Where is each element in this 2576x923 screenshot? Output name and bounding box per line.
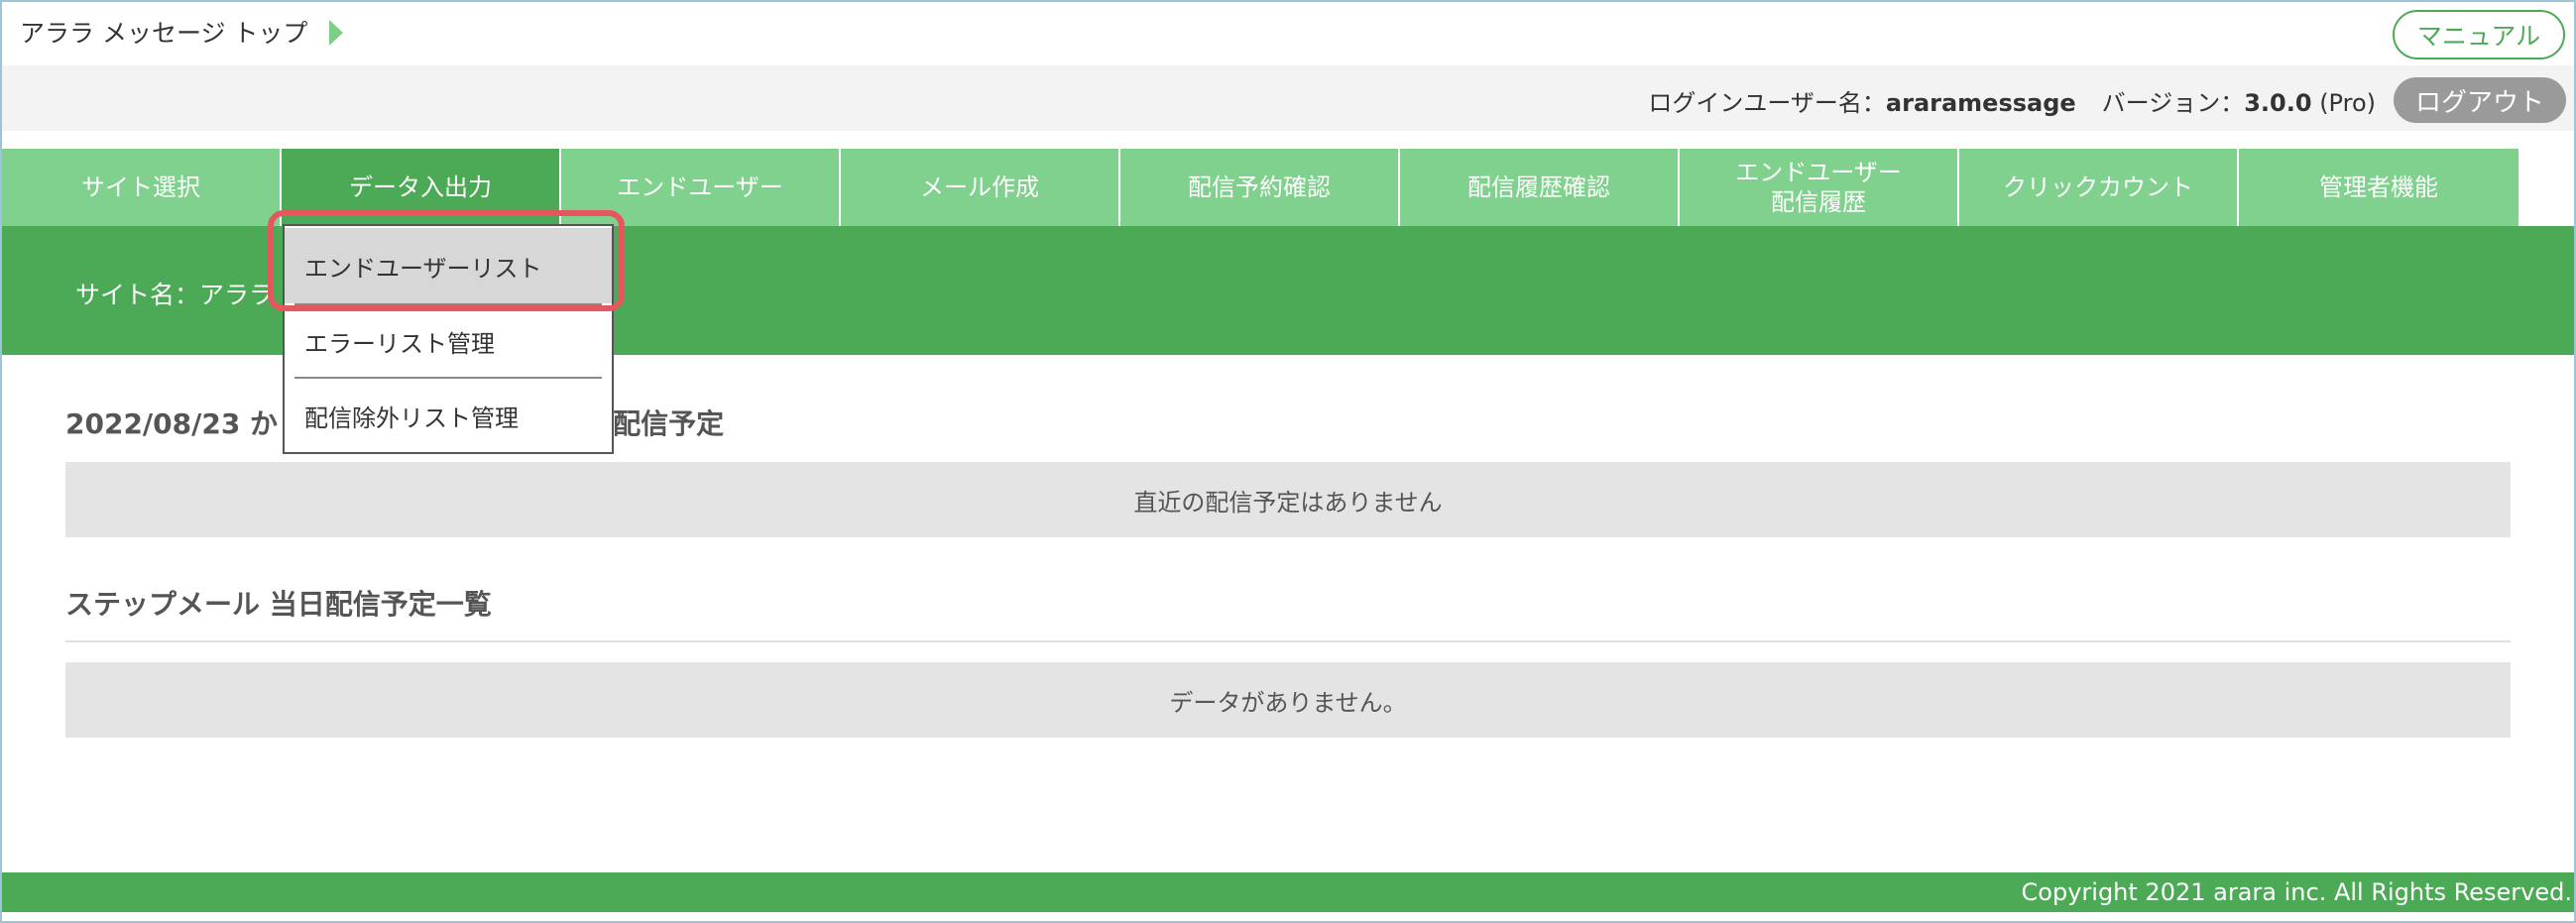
user-info-bar: ログインユーザー名：araramessage バージョン：3.0.0 (Pro) … bbox=[2, 65, 2574, 131]
section-divider bbox=[65, 640, 2511, 642]
version-edition: (Pro) bbox=[2319, 89, 2376, 117]
tab-end-user-delivery-history[interactable]: エンドユーザー 配信履歴 bbox=[1680, 149, 1959, 226]
breadcrumb-label[interactable]: アララ メッセージ トップ bbox=[20, 14, 307, 50]
highlight-outline bbox=[268, 210, 625, 311]
chevron-right-icon bbox=[329, 20, 344, 46]
schedule-title-end: 配信予定 bbox=[613, 407, 725, 440]
top-bar: アララ メッセージ トップ マニュアル bbox=[2, 2, 2574, 63]
login-user-name: araramessage bbox=[1885, 89, 2076, 117]
menu-item-exclusion-list[interactable]: 配信除外リスト管理 bbox=[285, 379, 612, 452]
menu-item-error-list[interactable]: エラーリスト管理 bbox=[285, 305, 612, 377]
user-info: ログインユーザー名：araramessage バージョン：3.0.0 (Pro) bbox=[1648, 83, 2376, 118]
logout-button[interactable]: ログアウト bbox=[2394, 77, 2566, 123]
stepmail-title: ステップメール 当日配信予定一覧 bbox=[65, 588, 492, 621]
footer: Copyright 2021 arara inc. All Rights Res… bbox=[2, 872, 2574, 912]
version-number: 3.0.0 bbox=[2244, 89, 2312, 117]
version-label: バージョン： bbox=[2101, 89, 2245, 117]
tab-admin[interactable]: 管理者機能 bbox=[2239, 149, 2518, 226]
copyright: Copyright 2021 arara inc. All Rights Res… bbox=[2021, 878, 2572, 906]
tab-click-count[interactable]: クリックカウント bbox=[1959, 149, 2239, 226]
tab-mail-create[interactable]: メール作成 bbox=[841, 149, 1120, 226]
login-user-label: ログインユーザー名： bbox=[1648, 89, 1886, 117]
schedule-empty-box: 直近の配信予定はありません bbox=[65, 462, 2511, 537]
breadcrumb[interactable]: アララ メッセージ トップ bbox=[20, 14, 344, 50]
manual-button[interactable]: マニュアル bbox=[2393, 10, 2565, 59]
tab-delivery-reservation[interactable]: 配信予約確認 bbox=[1120, 149, 1400, 226]
tab-label-line2: 配信履歴 bbox=[1771, 188, 1866, 216]
tab-site-select[interactable]: サイト選択 bbox=[2, 149, 282, 226]
stepmail-empty-box: データがありません。 bbox=[65, 662, 2511, 738]
tab-delivery-history[interactable]: 配信履歴確認 bbox=[1400, 149, 1680, 226]
tab-label-line1: エンドユーザー bbox=[1735, 159, 1902, 186]
schedule-title-start: 2022/08/23 か bbox=[65, 407, 279, 440]
